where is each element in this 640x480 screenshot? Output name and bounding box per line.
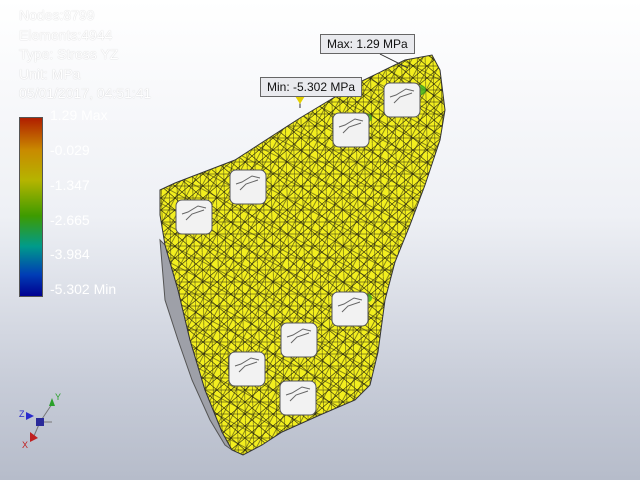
hole-3	[332, 112, 370, 148]
hole-2	[229, 169, 267, 205]
max-callout[interactable]: Max: 1.29 MPa	[320, 34, 415, 54]
legend-label-3: -1.347	[50, 177, 90, 193]
triad-y-label: Y	[55, 392, 61, 402]
triad-origin-icon	[36, 418, 44, 426]
nodes-count: Nodes:8799	[19, 7, 95, 23]
result-type: Type: Stress YZ	[19, 46, 119, 62]
hole-8	[279, 380, 317, 416]
view-triad[interactable]: Y Z X	[18, 392, 68, 452]
legend-label-5: -3.984	[50, 246, 90, 262]
legend-gradient-bar	[20, 118, 42, 296]
legend-label-2: -0.029	[50, 142, 90, 158]
triad-z-label: Z	[19, 409, 25, 419]
z-axis-arrow-icon	[26, 412, 34, 420]
hole-7	[228, 351, 266, 387]
legend-label-max: 1.29 Max	[50, 107, 108, 123]
min-callout[interactable]: Min: -5.302 MPa	[260, 77, 363, 97]
triad-x-label: X	[22, 440, 28, 450]
hole-4	[383, 82, 421, 118]
x-axis-arrow-icon	[30, 432, 38, 442]
legend-label-min: -5.302 Min	[50, 281, 117, 297]
min-marker	[295, 96, 305, 104]
hole-1	[175, 199, 213, 235]
elements-count: Elements:4944	[19, 26, 113, 43]
result-datetime: 05/01/2017, 04:51:41	[19, 85, 152, 101]
result-info: Nodes:8799 Elements:4944 Type: Stress YZ…	[19, 6, 151, 104]
color-legend	[19, 117, 43, 297]
hole-5	[331, 291, 369, 327]
hole-6	[280, 322, 318, 358]
legend-label-4: -2.665	[50, 212, 90, 228]
result-unit: Unit: MPa	[19, 65, 81, 82]
